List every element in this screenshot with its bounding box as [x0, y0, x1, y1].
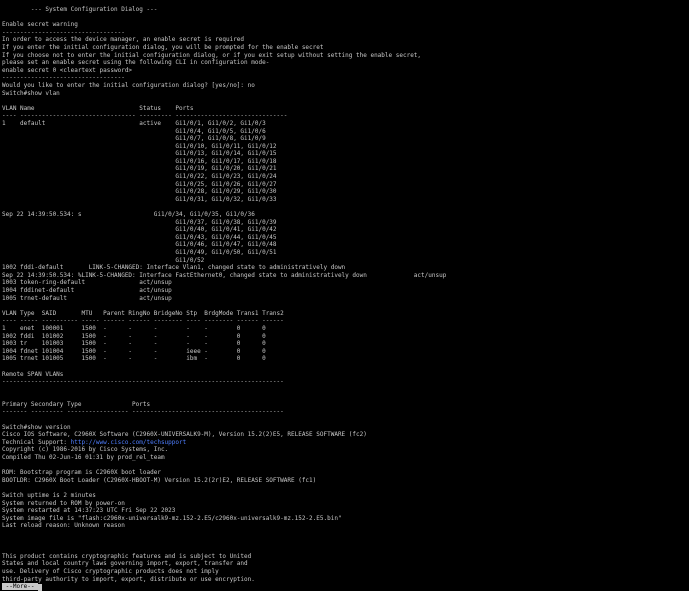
terminal-line: ----------------------------------: [2, 74, 125, 82]
terminal-line: If you choose not to enter the initial c…: [2, 51, 422, 59]
terminal-line: Gi1/0/7, Gi1/0/8, Gi1/0/9: [2, 135, 266, 143]
terminal-line: System returned to ROM by power-on: [2, 499, 125, 507]
terminal-line: Enable secret warning: [2, 21, 78, 29]
terminal-line: Gi1/0/46, Gi1/0/47, Gi1/0/48: [2, 241, 277, 249]
terminal-line: Gi1/0/52: [2, 256, 205, 264]
support-link[interactable]: http://www.cisco.com/techsupport: [71, 439, 187, 446]
terminal-line: 1 default active Gi1/0/1, Gi1/0/2, Gi1/0…: [2, 119, 266, 127]
terminal-line: please set an enable secret using the fo…: [2, 59, 270, 67]
terminal-line: VLAN Name Status Ports: [2, 104, 194, 112]
terminal-output-header: --- System Configuration Dialog --- Enabl…: [2, 6, 689, 431]
terminal-line: Switch#show vlan: [2, 89, 60, 97]
terminal-line: Switch#show version: [2, 423, 71, 431]
terminal-output-footer: Copyright (c) 1986-2016 by Cisco Systems…: [2, 446, 689, 583]
terminal-line: BOOTLDR: C2960X Boot Loader (C2960X-HBOO…: [2, 476, 317, 484]
terminal-line: This product contains cryptographic feat…: [2, 552, 252, 560]
terminal-line: ----------------------------------------…: [2, 378, 284, 386]
terminal-line: Gi1/0/22, Gi1/0/23, Gi1/0/24: [2, 173, 277, 181]
terminal-line: Gi1/0/16, Gi1/0/17, Gi1/0/18: [2, 157, 277, 165]
terminal-line: 1 enet 100001 1500 - - - - - 0 0: [2, 324, 266, 332]
terminal-line: Gi1/0/4, Gi1/0/5, Gi1/0/6: [2, 127, 266, 135]
terminal-line: ROM: Bootstrap program is C2960X boot lo…: [2, 469, 161, 477]
terminal-line: Primary Secondary Type Ports: [2, 400, 151, 408]
terminal-line: Would you like to enter the initial conf…: [2, 81, 255, 89]
terminal-line: Gi1/0/31, Gi1/0/32, Gi1/0/33: [2, 195, 277, 203]
cursor-icon: [38, 583, 43, 591]
more-prompt-line: --More--: [2, 583, 689, 591]
terminal-line: Gi1/0/40, Gi1/0/41, Gi1/0/42: [2, 226, 277, 234]
terminal-line: Gi1/0/13, Gi1/0/14, Gi1/0/15: [2, 150, 277, 158]
terminal-line: ------- --------- ----------------- ----…: [2, 408, 284, 416]
terminal-line: ----------------------------------: [2, 28, 125, 36]
terminal-line: VLAN Type SAID MTU Parent RingNo BridgeN…: [2, 309, 284, 317]
terminal-line: Gi1/0/49, Gi1/0/50, Gi1/0/51: [2, 249, 277, 256]
version-line: Cisco IOS Software, C2960X Software (C29…: [2, 431, 367, 439]
terminal-line: use. Delivery of Cisco cryptographic pro…: [2, 567, 219, 575]
terminal-line: --- System Configuration Dialog ---: [2, 6, 158, 13]
terminal-line: Sep 22 14:39:50.534: %LINK-5-CHANGED: In…: [2, 271, 447, 279]
terminal-line: Gi1/0/19, Gi1/0/20, Gi1/0/21: [2, 165, 277, 173]
terminal-line: States and local country laws governing …: [2, 560, 248, 568]
terminal-line: Sep 22 14:39:50.534: s Gi1/0/34, Gi1/0/3…: [2, 211, 255, 219]
support-label: Technical Support:: [2, 438, 71, 446]
terminal-line: 1003 token-ring-default act/unsup: [2, 279, 172, 287]
terminal-line: 1005 trnet 101005 1500 - - - ibm - 0 0: [2, 355, 266, 363]
terminal-line: Gi1/0/43, Gi1/0/44, Gi1/0/45: [2, 233, 277, 241]
terminal-line: Last reload reason: Unknown reason: [2, 522, 125, 530]
terminal-line: enable secret 0 <cleartext password>: [2, 66, 133, 74]
terminal-line: 1002 fddi 101002 1500 - - - - - 0 0: [2, 332, 266, 340]
terminal-line: Gi1/0/37, Gi1/0/38, Gi1/0/39: [2, 218, 277, 226]
terminal-line: Copyright (c) 1986-2016 by Cisco Systems…: [2, 446, 169, 454]
terminal-line: Compiled Thu 02-Jun-16 01:31 by prod_rel…: [2, 454, 165, 462]
terminal-window[interactable]: --- System Configuration Dialog --- Enabl…: [0, 0, 689, 591]
terminal-line: ---- -------------------------------- --…: [2, 112, 288, 120]
terminal-line: third-party authority to import, export,…: [2, 575, 255, 583]
terminal-line: Gi1/0/25, Gi1/0/26, Gi1/0/27: [2, 180, 277, 188]
support-line: Technical Support: http://www.cisco.com/…: [2, 439, 689, 447]
terminal-line: System image file is "flash:c2960x-unive…: [2, 514, 342, 522]
terminal-line: 1005 trnet-default act/unsup: [2, 294, 172, 302]
terminal-line: Gi1/0/10, Gi1/0/11, Gi1/0/12: [2, 142, 277, 150]
terminal-line: 1002 fddi-default LINK-5-CHANGED: Interf…: [2, 264, 346, 272]
terminal-line: Gi1/0/28, Gi1/0/29, Gi1/0/30: [2, 188, 277, 196]
terminal-line: 1004 fdnet 101004 1500 - - - ieee - 0 0: [2, 347, 266, 355]
terminal-line: 1003 tr 101003 1500 - - - - - 0 0: [2, 340, 266, 348]
more-prompt[interactable]: --More--: [2, 583, 39, 591]
terminal-line: System restarted at 14:37:23 UTC Fri Sep…: [2, 507, 176, 515]
terminal-line: 1004 fddinet-default act/unsup: [2, 286, 172, 294]
terminal-line: If you enter the initial configuration d…: [2, 43, 324, 51]
terminal-line: In order to access the device manager, a…: [2, 36, 245, 44]
terminal-line: ---- ----- ---------- ----- ------ -----…: [2, 317, 284, 325]
terminal-line: Switch uptime is 2 minutes: [2, 492, 96, 499]
terminal-line: Remote SPAN VLANs: [2, 370, 64, 378]
